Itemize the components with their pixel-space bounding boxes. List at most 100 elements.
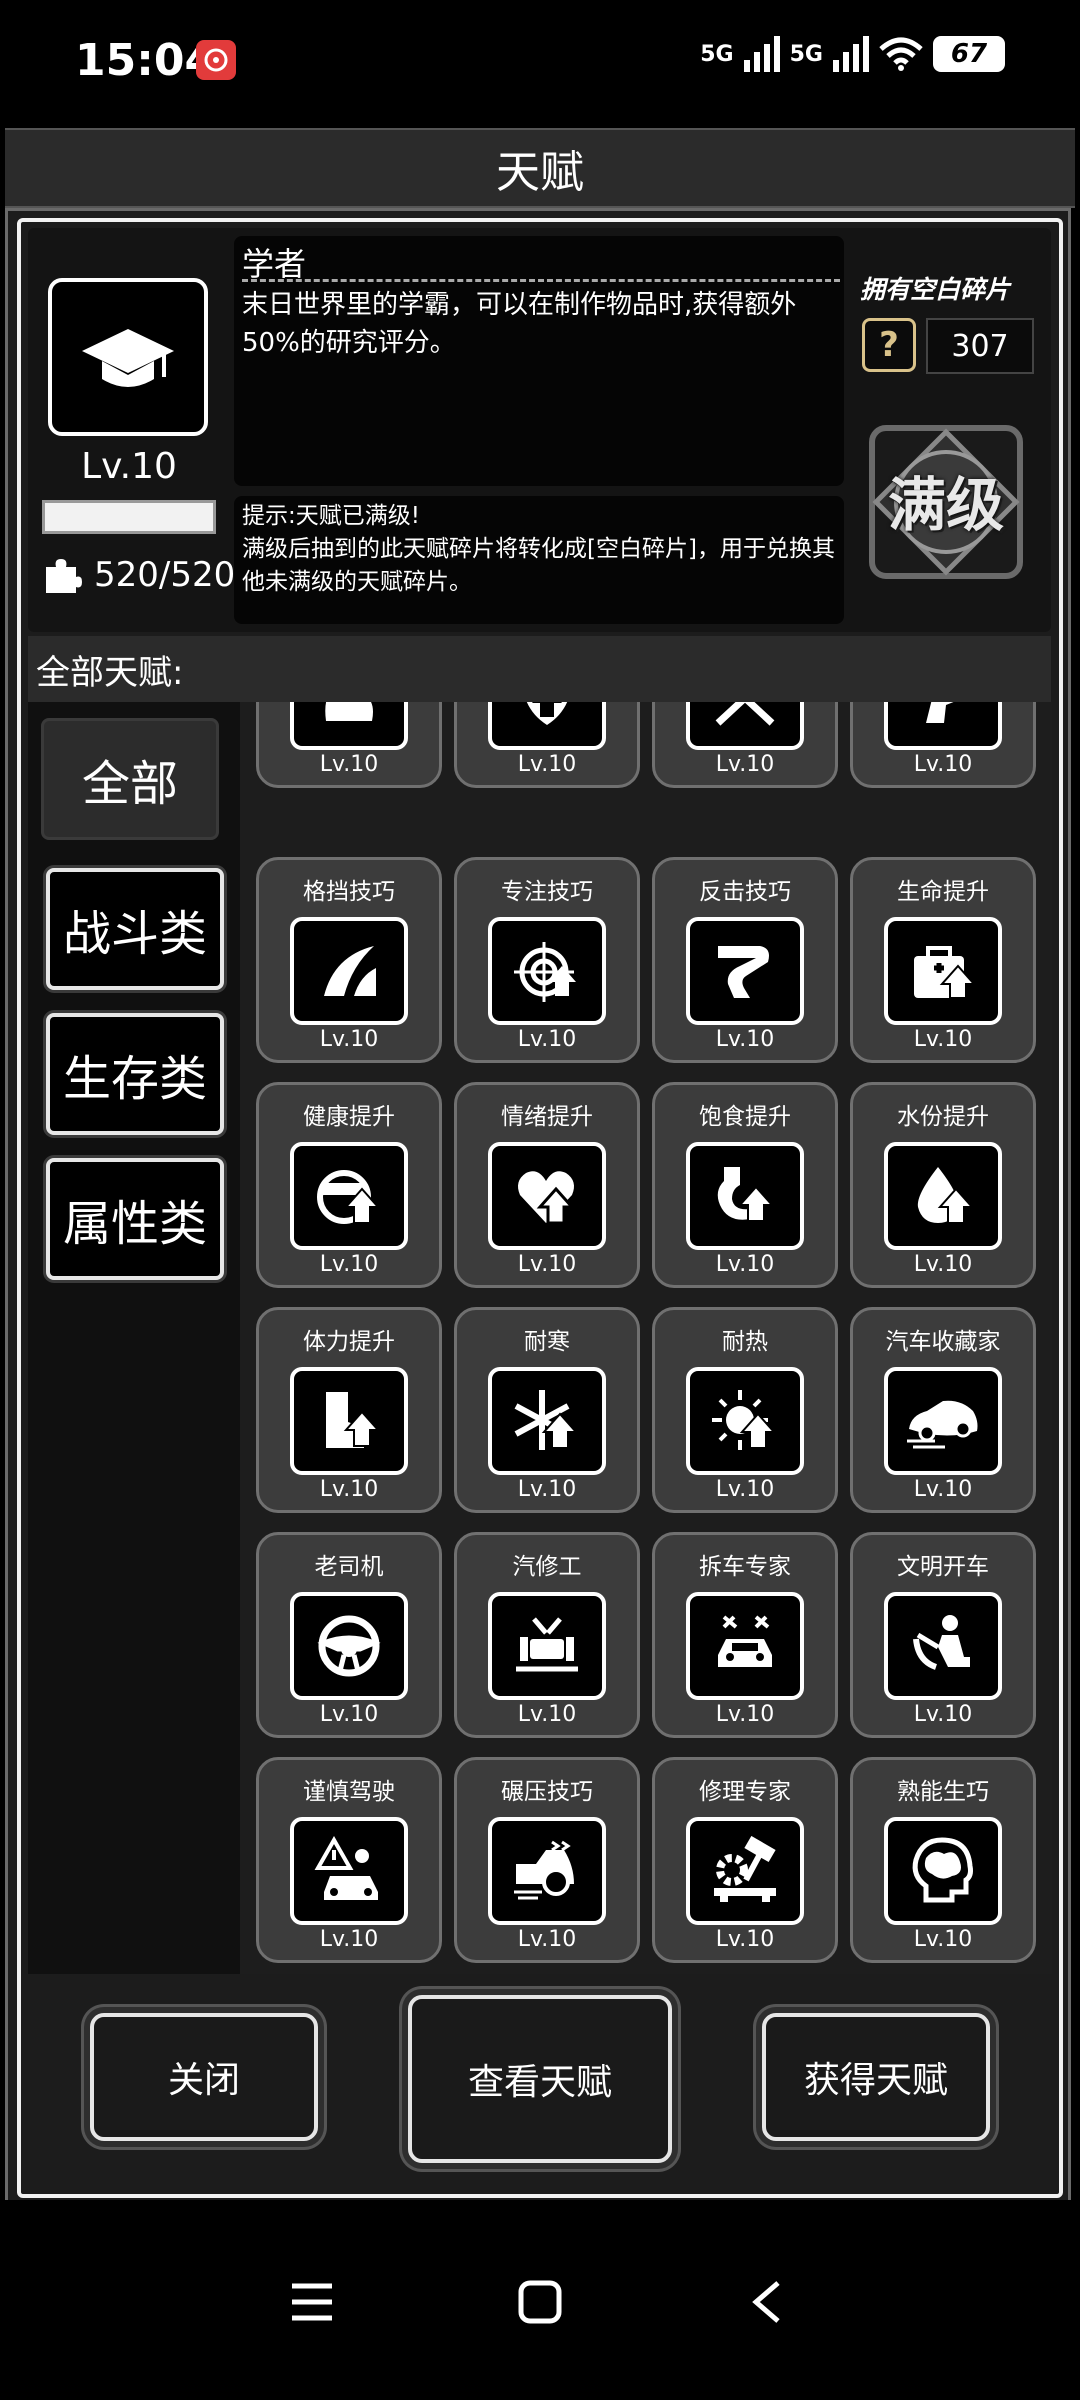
obtain-talent-button[interactable]: 获得天赋 xyxy=(762,2013,990,2141)
talent-name: 拆车专家 xyxy=(699,1554,791,1580)
talent-level: Lv.10 xyxy=(81,446,177,487)
talent-card[interactable]: Lv.10 xyxy=(454,702,640,788)
sports-car-icon xyxy=(884,1367,1002,1475)
talent-card[interactable]: 专注技巧 Lv.10 xyxy=(454,857,640,1063)
talent-level: Lv.10 xyxy=(913,1252,973,1277)
talent-level: Lv.10 xyxy=(913,1477,973,1502)
blank-fragment-icon: ? xyxy=(862,318,916,372)
boot-up-icon xyxy=(290,1367,408,1475)
talent-card[interactable]: 碾压技巧 Lv.10 xyxy=(454,1757,640,1963)
talent-card[interactable]: 健康提升 Lv.10 xyxy=(256,1082,442,1288)
all-talents-header: 全部天赋: xyxy=(28,636,1051,702)
steering-wheel-icon xyxy=(290,1592,408,1700)
talent-card[interactable]: 汽车收藏家 Lv.10 xyxy=(850,1307,1036,1513)
talent-card[interactable]: 拆车专家 Lv.10 xyxy=(652,1532,838,1738)
status-indicators: 5G 5G 67 xyxy=(700,36,1005,72)
talent-card[interactable]: 汽修工 Lv.10 xyxy=(454,1532,640,1738)
max-level-hint: 提示:天赋已满级! 满级后抽到的此天赋碎片将转化成[空白碎片]，用于兑换其他未满… xyxy=(242,503,835,595)
talent-grid[interactable]: Lv.10 Lv.10 Lv.10 Lv.10 格挡技巧 Lv.10 专注技巧 … xyxy=(240,702,1052,1974)
category-attribute[interactable]: 属性类 xyxy=(46,1158,224,1280)
level-progress-bar xyxy=(42,500,216,534)
talent-level: Lv.10 xyxy=(319,752,379,777)
talent-name: 健康提升 xyxy=(303,1104,395,1130)
page-title: 天赋 xyxy=(5,128,1075,208)
category-label: 战斗类 xyxy=(62,906,207,962)
max-level-badge-text: 满级 xyxy=(887,471,1004,539)
talent-level: Lv.10 xyxy=(319,1477,379,1502)
home-icon[interactable] xyxy=(518,2280,562,2324)
fragments-value: 520/520 xyxy=(94,555,236,595)
talent-card[interactable]: Lv.10 xyxy=(652,702,838,788)
talent-card[interactable]: 老司机 Lv.10 xyxy=(256,1532,442,1738)
network-type-2: 5G xyxy=(789,41,823,67)
medkit-up-icon xyxy=(884,917,1002,1025)
talent-name: 专注技巧 xyxy=(501,879,593,905)
close-button[interactable]: 关闭 xyxy=(90,2013,318,2141)
category-label: 生存类 xyxy=(62,1051,207,1107)
talent-name: 情绪提升 xyxy=(501,1104,593,1130)
talent-name: 生命提升 xyxy=(897,879,989,905)
talent-name: 熟能生巧 xyxy=(897,1779,989,1805)
snowflake-up-icon xyxy=(488,1367,606,1475)
category-combat[interactable]: 战斗类 xyxy=(46,868,224,990)
puzzle-piece-icon xyxy=(46,559,82,593)
brain-head-icon xyxy=(884,1817,1002,1925)
talent-card[interactable]: 体力提升 Lv.10 xyxy=(256,1307,442,1513)
talent-name: 格挡技巧 xyxy=(303,879,395,905)
view-talent-button[interactable]: 查看天赋 xyxy=(408,1995,672,2163)
muscle-icon xyxy=(290,702,408,750)
talent-level: Lv.10 xyxy=(319,1252,379,1277)
signal-icon xyxy=(833,36,869,72)
talent-name: 碾压技巧 xyxy=(501,1779,593,1805)
menu-icon[interactable] xyxy=(290,2282,334,2322)
talent-name: 反击技巧 xyxy=(699,879,791,905)
category-all[interactable]: 全部 xyxy=(41,718,219,840)
talent-name: 文明开车 xyxy=(897,1554,989,1580)
fragments-count: 520/520 xyxy=(42,555,235,595)
talent-card[interactable]: 文明开车 Lv.10 xyxy=(850,1532,1036,1738)
block-icon xyxy=(290,917,408,1025)
talent-name: 耐寒 xyxy=(524,1329,570,1355)
driver-seat-icon xyxy=(884,1592,1002,1700)
category-label: 全部 xyxy=(81,756,178,812)
talent-level: Lv.10 xyxy=(319,1702,379,1727)
talent-card[interactable]: 反击技巧 Lv.10 xyxy=(652,857,838,1063)
talent-card[interactable]: 水份提升 Lv.10 xyxy=(850,1082,1036,1288)
crossed-swords-icon xyxy=(686,702,804,750)
talent-card[interactable]: 耐寒 Lv.10 xyxy=(454,1307,640,1513)
talent-level: Lv.10 xyxy=(517,752,577,777)
graduation-cap-icon xyxy=(48,278,208,436)
talent-card[interactable]: Lv.10 xyxy=(850,702,1036,788)
talent-level: Lv.10 xyxy=(913,1702,973,1727)
talent-name: 谨慎驾驶 xyxy=(303,1779,395,1805)
talent-card[interactable]: 修理专家 Lv.10 xyxy=(652,1757,838,1963)
talent-card[interactable]: 格挡技巧 Lv.10 xyxy=(256,857,442,1063)
talent-card[interactable]: 生命提升 Lv.10 xyxy=(850,857,1036,1063)
wifi-icon xyxy=(879,37,923,71)
category-survival[interactable]: 生存类 xyxy=(46,1013,224,1135)
talent-name: 饱食提升 xyxy=(699,1104,791,1130)
system-nav-bar xyxy=(0,2200,1080,2400)
music-app-icon xyxy=(196,40,236,80)
talent-card[interactable]: 谨慎驾驶 Lv.10 xyxy=(256,1757,442,1963)
heart-up-icon xyxy=(488,1142,606,1250)
talent-level: Lv.10 xyxy=(319,1027,379,1052)
status-time: 15:04 xyxy=(75,35,216,86)
talent-card[interactable]: Lv.10 xyxy=(256,702,442,788)
talent-card[interactable]: 饱食提升 Lv.10 xyxy=(652,1082,838,1288)
talent-name: 体力提升 xyxy=(303,1329,395,1355)
talent-name: 汽修工 xyxy=(512,1554,582,1580)
talent-card[interactable]: 情绪提升 Lv.10 xyxy=(454,1082,640,1288)
gear-hammer-icon xyxy=(686,1817,804,1925)
car-lift-icon xyxy=(488,1592,606,1700)
talent-level: Lv.10 xyxy=(715,752,775,777)
back-icon[interactable] xyxy=(750,2280,782,2324)
talent-card[interactable]: 熟能生巧 Lv.10 xyxy=(850,1757,1036,1963)
talent-card[interactable]: 耐热 Lv.10 xyxy=(652,1307,838,1513)
talent-level: Lv.10 xyxy=(715,1702,775,1727)
talent-name: 耐热 xyxy=(722,1329,768,1355)
talent-level: Lv.10 xyxy=(913,752,973,777)
counter-arm-icon xyxy=(686,917,804,1025)
talent-level: Lv.10 xyxy=(517,1027,577,1052)
sun-up-icon xyxy=(686,1367,804,1475)
